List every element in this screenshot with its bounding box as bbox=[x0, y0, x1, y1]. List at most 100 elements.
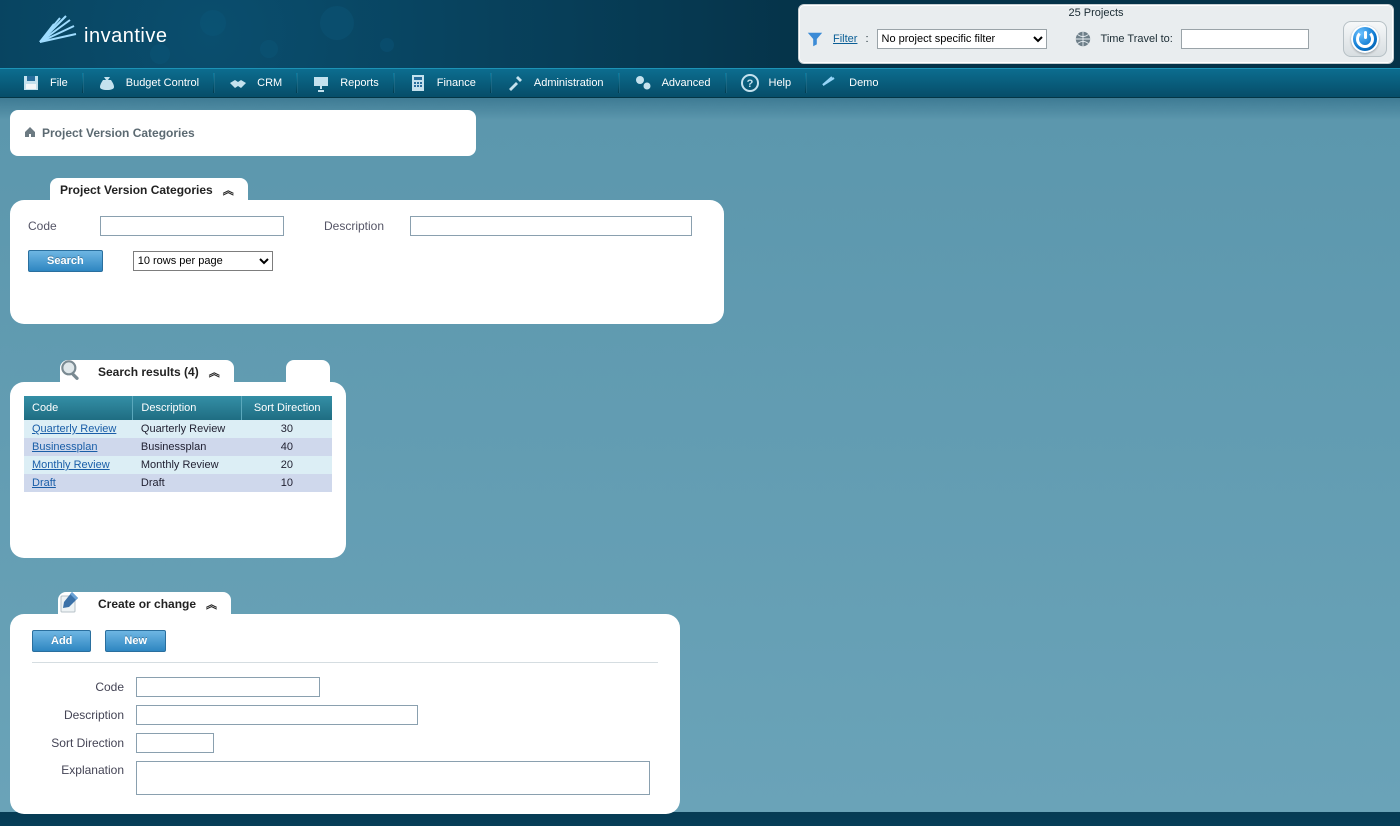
breadcrumb-text: Project Version Categories bbox=[42, 126, 195, 140]
timetravel-label: Time Travel to: bbox=[1101, 33, 1173, 45]
menu-label: Finance bbox=[437, 77, 476, 89]
create-expl-label: Explanation bbox=[32, 761, 124, 777]
description-input[interactable] bbox=[410, 216, 692, 236]
cell-sort: 20 bbox=[242, 456, 332, 474]
cell-code: Draft bbox=[24, 474, 133, 492]
menu-crm[interactable]: CRM bbox=[213, 69, 296, 97]
presentation-icon bbox=[310, 72, 332, 94]
results-table: Code Description Sort Direction Quarterl… bbox=[24, 396, 332, 492]
cell-desc: Quarterly Review bbox=[133, 420, 242, 438]
pencil-icon bbox=[56, 588, 84, 616]
col-code[interactable]: Code bbox=[24, 396, 133, 420]
filter-select[interactable]: No project specific filter bbox=[877, 29, 1047, 49]
results-panel-title: Search results (4) bbox=[98, 365, 199, 379]
create-panel: Create or change ︽ Add New Code Descript… bbox=[10, 614, 680, 814]
menu-label: Budget Control bbox=[126, 77, 199, 89]
cell-code: Businessplan bbox=[24, 438, 133, 456]
brand-text: invantive bbox=[84, 25, 167, 48]
filter-link[interactable]: Filter bbox=[833, 33, 857, 45]
create-desc-input[interactable] bbox=[136, 705, 418, 725]
table-row[interactable]: Monthly ReviewMonthly Review20 bbox=[24, 456, 332, 474]
create-panel-title: Create or change bbox=[98, 597, 196, 611]
results-aux-tab[interactable] bbox=[286, 360, 330, 382]
menu-demo[interactable]: Demo bbox=[805, 69, 892, 97]
menu-label: Help bbox=[769, 77, 792, 89]
cell-sort: 10 bbox=[242, 474, 332, 492]
breadcrumb: Project Version Categories bbox=[10, 110, 476, 156]
menu-reports[interactable]: Reports bbox=[296, 69, 393, 97]
menu-label: Administration bbox=[534, 77, 604, 89]
main-menubar: File Budget Control CRM Reports Finance … bbox=[0, 68, 1400, 98]
results-panel-tab[interactable]: Search results (4) ︽ bbox=[60, 360, 234, 382]
demo-icon bbox=[819, 72, 841, 94]
app-header: invantive 25 Projects Filter : No projec… bbox=[0, 0, 1400, 68]
create-code-input[interactable] bbox=[136, 677, 320, 697]
menu-label: Advanced bbox=[662, 77, 711, 89]
menu-help[interactable]: ? Help bbox=[725, 69, 806, 97]
code-link[interactable]: Monthly Review bbox=[32, 459, 110, 471]
code-input[interactable] bbox=[100, 216, 284, 236]
chevron-up-icon: ︽ bbox=[209, 364, 220, 380]
results-panel: Search results (4) ︽ Code Description So… bbox=[10, 382, 346, 558]
description-label: Description bbox=[324, 219, 394, 233]
menu-administration[interactable]: Administration bbox=[490, 69, 618, 97]
tools-icon bbox=[504, 72, 526, 94]
menu-finance[interactable]: Finance bbox=[393, 69, 490, 97]
chevron-up-icon: ︽ bbox=[223, 182, 234, 198]
projects-toolbar: 25 Projects Filter : No project specific… bbox=[798, 4, 1394, 64]
page-body: Project Version Categories Project Versi… bbox=[0, 98, 1400, 826]
menu-label: Reports bbox=[340, 77, 379, 89]
search-panel: Project Version Categories ︽ Code Descri… bbox=[10, 200, 724, 324]
menu-budget-control[interactable]: Budget Control bbox=[82, 69, 213, 97]
cell-desc: Monthly Review bbox=[133, 456, 242, 474]
svg-text:?: ? bbox=[746, 78, 753, 90]
filter-sep: : bbox=[865, 33, 868, 45]
cell-sort: 40 bbox=[242, 438, 332, 456]
create-panel-tab[interactable]: Create or change ︽ bbox=[58, 592, 231, 614]
cell-code: Monthly Review bbox=[24, 456, 133, 474]
add-button[interactable]: Add bbox=[32, 630, 91, 652]
menu-file[interactable]: File bbox=[6, 69, 82, 97]
code-link[interactable]: Draft bbox=[32, 477, 56, 489]
save-icon bbox=[20, 72, 42, 94]
create-expl-input[interactable] bbox=[136, 761, 650, 795]
rows-per-page-select[interactable]: 10 rows per page bbox=[133, 251, 273, 271]
table-row[interactable]: Quarterly ReviewQuarterly Review30 bbox=[24, 420, 332, 438]
logo-icon bbox=[30, 4, 78, 52]
help-icon: ? bbox=[739, 72, 761, 94]
new-button[interactable]: New bbox=[105, 630, 166, 652]
cell-sort: 30 bbox=[242, 420, 332, 438]
brand-logo: invantive bbox=[30, 4, 167, 52]
table-row[interactable]: DraftDraft10 bbox=[24, 474, 332, 492]
moneybag-icon bbox=[96, 72, 118, 94]
menu-advanced[interactable]: Advanced bbox=[618, 69, 725, 97]
create-code-label: Code bbox=[32, 680, 124, 694]
menu-label: CRM bbox=[257, 77, 282, 89]
timetravel-input[interactable] bbox=[1181, 29, 1309, 49]
chevron-up-icon: ︽ bbox=[206, 596, 217, 612]
gears-icon bbox=[632, 72, 654, 94]
home-icon[interactable] bbox=[24, 126, 36, 141]
menu-label: Demo bbox=[849, 77, 878, 89]
search-button[interactable]: Search bbox=[28, 250, 103, 272]
create-sort-input[interactable] bbox=[136, 733, 214, 753]
calculator-icon bbox=[407, 72, 429, 94]
search-panel-tab[interactable]: Project Version Categories ︽ bbox=[50, 178, 248, 200]
handshake-icon bbox=[227, 72, 249, 94]
col-sort[interactable]: Sort Direction bbox=[242, 396, 332, 420]
cell-code: Quarterly Review bbox=[24, 420, 133, 438]
code-label: Code bbox=[28, 219, 84, 233]
create-desc-label: Description bbox=[32, 708, 124, 722]
divider bbox=[32, 662, 658, 663]
magnifier-icon bbox=[56, 357, 86, 383]
search-panel-title: Project Version Categories bbox=[60, 183, 213, 197]
code-link[interactable]: Quarterly Review bbox=[32, 423, 116, 435]
table-row[interactable]: BusinessplanBusinessplan40 bbox=[24, 438, 332, 456]
create-sort-label: Sort Direction bbox=[32, 736, 124, 750]
power-button[interactable] bbox=[1343, 21, 1387, 57]
power-icon bbox=[1351, 25, 1379, 53]
menu-label: File bbox=[50, 77, 68, 89]
code-link[interactable]: Businessplan bbox=[32, 441, 97, 453]
col-description[interactable]: Description bbox=[133, 396, 242, 420]
globe-icon bbox=[1073, 29, 1093, 49]
